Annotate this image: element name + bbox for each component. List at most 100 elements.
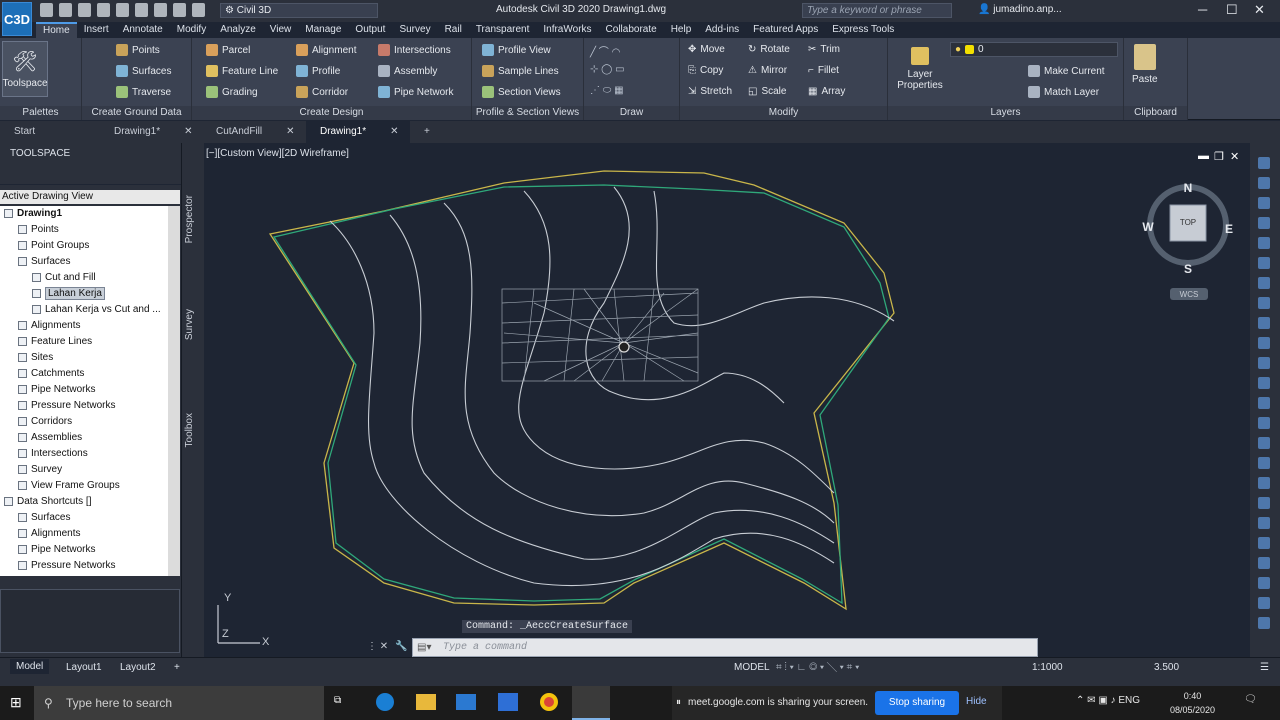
tree-node[interactable]: Point Groups	[0, 238, 168, 254]
nav-tool-icon[interactable]	[1258, 617, 1270, 629]
nav-tool-icon[interactable]	[1258, 177, 1270, 189]
nav-tool-icon[interactable]	[1258, 457, 1270, 469]
profile-button[interactable]: Profile	[296, 65, 340, 77]
hide-button[interactable]: Hide	[966, 696, 987, 707]
draw-panel-title[interactable]: Draw	[584, 106, 679, 120]
paste-button[interactable]: Paste	[1132, 44, 1158, 85]
add-layout-button[interactable]: +	[174, 662, 180, 673]
compass-west[interactable]: W	[1142, 220, 1154, 234]
edge-icon[interactable]	[376, 693, 394, 711]
nav-tool-icon[interactable]	[1258, 537, 1270, 549]
task-view-icon[interactable]: ⧉	[334, 695, 341, 706]
ribbon-tab-transparent[interactable]: Transparent	[469, 22, 537, 38]
tree-node[interactable]: Data Shortcuts []	[0, 494, 168, 510]
save-as-icon[interactable]	[97, 3, 110, 17]
ribbon-tab-survey[interactable]: Survey	[392, 22, 437, 38]
tab-drawing1-b[interactable]: Drawing1* ✕	[306, 121, 410, 143]
scale-button[interactable]: ◱ Scale	[748, 86, 786, 97]
move-button[interactable]: ✥ Move	[688, 44, 725, 55]
nav-tool-icon[interactable]	[1258, 517, 1270, 529]
tree-scrollbar[interactable]	[168, 206, 180, 576]
tab-start[interactable]: Start	[0, 121, 100, 143]
ribbon-tab-express-tools[interactable]: Express Tools	[825, 22, 901, 38]
command-line[interactable]: ⋮ ✕ 🔧 ▤▾ Type a command	[367, 638, 1038, 657]
tree-node[interactable]: View Frame Groups	[0, 478, 168, 494]
minimize-button[interactable]: ─	[1198, 2, 1207, 17]
file-explorer-icon[interactable]	[416, 694, 436, 710]
ribbon-tab-home[interactable]: Home	[36, 22, 77, 38]
tree-node[interactable]: Pipe Networks	[0, 382, 168, 398]
hatch-tool[interactable]: ⋰ ⬭ ▦	[590, 85, 624, 96]
traverse-button[interactable]: Traverse	[116, 86, 171, 98]
ribbon-tab-rail[interactable]: Rail	[438, 22, 469, 38]
search-input[interactable]: Type a keyword or phrase	[802, 3, 952, 18]
tab-survey[interactable]: Survey	[184, 309, 195, 340]
profile-section-panel-title[interactable]: Profile & Section Views	[472, 106, 583, 120]
circle-tool[interactable]: ⊹ ◯ ▭	[590, 64, 625, 75]
ribbon-tab-modify[interactable]: Modify	[170, 22, 213, 38]
save-icon[interactable]	[78, 3, 91, 17]
drawing-viewport[interactable]: [−][Custom View][2D Wireframe] ▬ ❐ ✕ TOP…	[204, 143, 1250, 657]
nav-tool-icon[interactable]	[1258, 377, 1270, 389]
tree-node[interactable]: Points	[0, 222, 168, 238]
sample-lines-button[interactable]: Sample Lines	[482, 65, 559, 77]
layers-panel-title[interactable]: Layers	[888, 106, 1123, 120]
nav-tool-icon[interactable]	[1258, 277, 1270, 289]
drafting-toggles[interactable]: ⌗ ⦙ ▾ ∟ ◎ ▾ ╲ ▾ ⌗ ▾	[776, 662, 859, 673]
new-tab-button[interactable]: +	[410, 121, 444, 143]
tab-drawing1-a[interactable]: Drawing1* ✕	[100, 121, 202, 143]
nav-tool-icon[interactable]	[1258, 317, 1270, 329]
workspace-dropdown[interactable]: ⚙ Civil 3D	[220, 3, 378, 18]
clock[interactable]: 0:40 08/05/2020	[1170, 689, 1215, 717]
undo-icon[interactable]	[173, 3, 186, 17]
rotate-button[interactable]: ↻ Rotate	[748, 44, 790, 55]
surfaces-button[interactable]: Surfaces	[116, 65, 171, 77]
nav-tool-icon[interactable]	[1258, 297, 1270, 309]
nav-tool-icon[interactable]	[1258, 437, 1270, 449]
tree-node[interactable]: Assemblies	[0, 430, 168, 446]
line-tool[interactable]: ╱ ⌒ ◠	[590, 43, 620, 58]
ribbon-tab-add-ins[interactable]: Add-ins	[698, 22, 746, 38]
annotation-scale[interactable]: 1:1000	[1032, 662, 1063, 673]
compass-south[interactable]: S	[1184, 262, 1192, 276]
tree-node[interactable]: Catchments	[0, 366, 168, 382]
nav-tool-icon[interactable]	[1258, 577, 1270, 589]
tree-node[interactable]: Drawing1	[0, 206, 168, 222]
profile-view-button[interactable]: Profile View	[482, 44, 551, 56]
windows-start-icon[interactable]: ⊞	[10, 694, 22, 711]
nav-tool-icon[interactable]	[1258, 237, 1270, 249]
open-icon[interactable]	[59, 3, 72, 17]
ribbon-tab-collaborate[interactable]: Collaborate	[599, 22, 664, 38]
ribbon-tab-infraworks[interactable]: InfraWorks	[536, 22, 598, 38]
stretch-button[interactable]: ⇲ Stretch	[688, 86, 732, 97]
nav-tool-icon[interactable]	[1258, 597, 1270, 609]
tab-toolbox[interactable]: Toolbox	[184, 413, 195, 447]
user-account[interactable]: 👤 jumadino.anp...	[978, 4, 1062, 15]
ribbon-tab-annotate[interactable]: Annotate	[116, 22, 170, 38]
clipboard-panel-title[interactable]: Clipboard	[1124, 106, 1187, 120]
modify-panel-title[interactable]: Modify	[680, 106, 887, 120]
close-button[interactable]: ✕	[1254, 2, 1265, 18]
nav-tool-icon[interactable]	[1258, 357, 1270, 369]
ribbon-tab-output[interactable]: Output	[348, 22, 392, 38]
model-space-toggle[interactable]: MODEL	[734, 662, 770, 673]
tree-node[interactable]: Alignments	[0, 526, 168, 542]
tree-node[interactable]: Feature Lines	[0, 334, 168, 350]
close-tab-icon[interactable]: ✕	[286, 126, 294, 137]
nav-tool-icon[interactable]	[1258, 397, 1270, 409]
compass-north[interactable]: N	[1184, 181, 1193, 195]
make-current-button[interactable]: Make Current	[1028, 65, 1105, 77]
close-tab-icon[interactable]: ✕	[184, 126, 192, 137]
intersections-button[interactable]: Intersections	[378, 44, 451, 56]
tree-node[interactable]: Sites	[0, 350, 168, 366]
system-tray[interactable]: ⌃ ✉ ▣ ♪ ENG	[1076, 695, 1140, 706]
mobile-icon[interactable]	[135, 3, 148, 17]
command-input[interactable]: Type a command	[443, 642, 527, 653]
new-icon[interactable]	[40, 3, 53, 17]
mail-icon[interactable]	[456, 694, 476, 710]
layer-properties-button[interactable]: Layer Properties	[897, 44, 943, 94]
mirror-button[interactable]: ⚠ Mirror	[748, 65, 787, 76]
ribbon-tab-manage[interactable]: Manage	[298, 22, 348, 38]
alignment-button[interactable]: Alignment	[296, 44, 356, 56]
copy-button[interactable]: ⎘ Copy	[688, 65, 723, 76]
